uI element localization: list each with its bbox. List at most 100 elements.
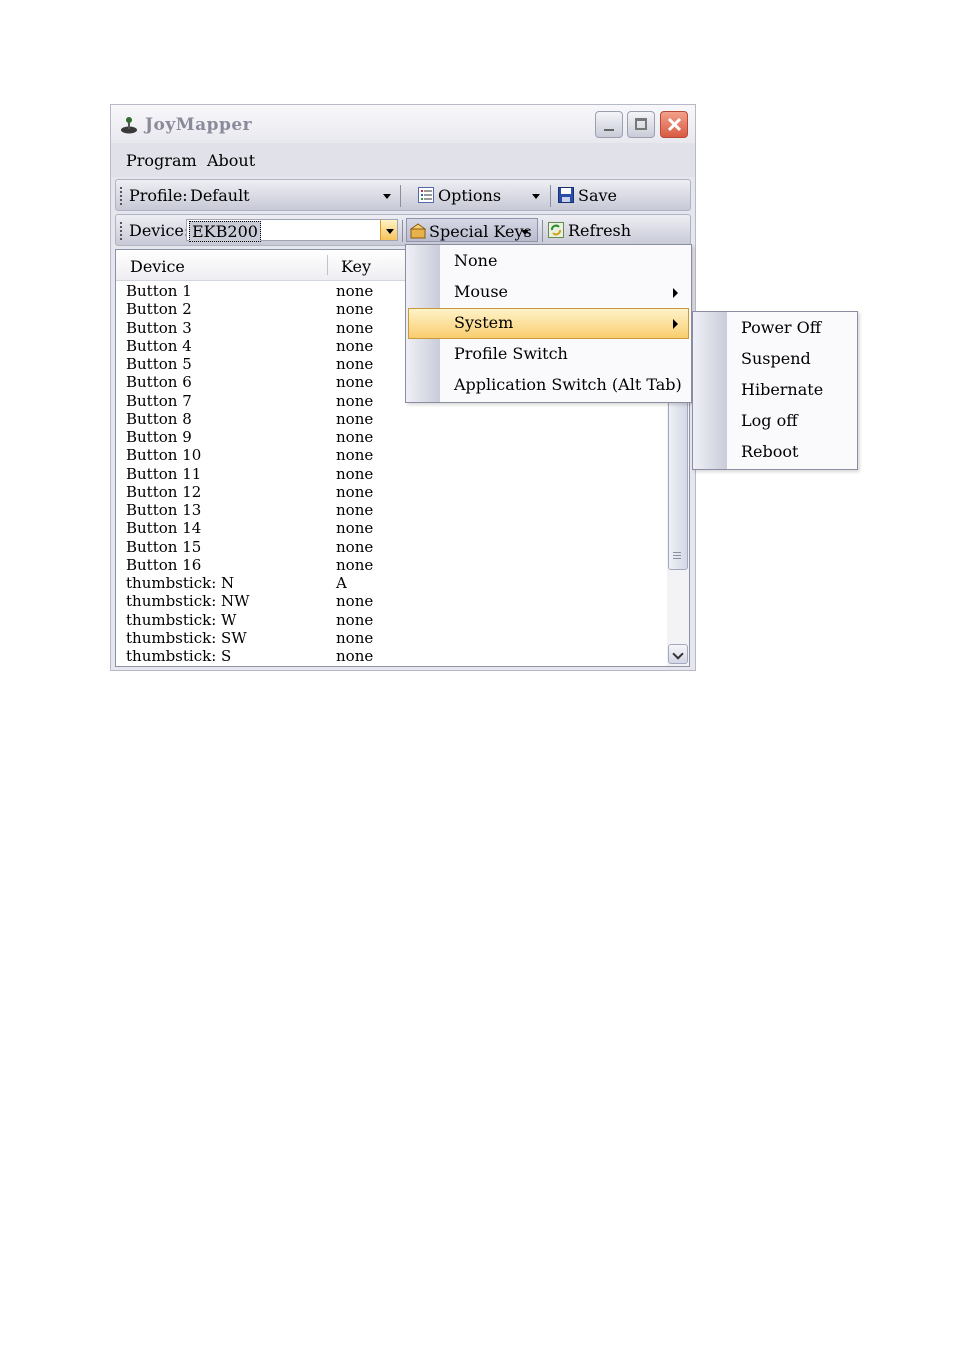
maximize-icon	[635, 118, 647, 130]
menu-item-suspend[interactable]: Suspend	[695, 344, 855, 375]
table-row[interactable]: thumbstick: W none	[116, 611, 656, 629]
save-label: Save	[578, 186, 618, 205]
table-row[interactable]: thumbstick: NW none	[116, 592, 656, 610]
submenu-arrow-icon	[673, 319, 678, 329]
menu-item-label: Reboot	[741, 442, 799, 461]
row-device-name: Button 2	[126, 300, 192, 319]
row-device-name: Button 3	[126, 318, 192, 337]
row-device-name: Button 6	[126, 373, 192, 392]
row-key-value: none	[336, 318, 374, 337]
row-device-name: Button 12	[126, 482, 202, 501]
table-row[interactable]: Button 11 none	[116, 465, 656, 483]
row-device-name: thumbstick: S	[126, 647, 232, 665]
row-key-value: none	[336, 464, 374, 483]
menu-item-label: Application Switch (Alt Tab)	[454, 375, 682, 394]
row-key-value: A	[336, 574, 347, 592]
toolbar-grip[interactable]	[120, 222, 122, 240]
column-header-key[interactable]: Key	[341, 257, 371, 276]
row-key-value: none	[336, 555, 374, 574]
toolbar-grip[interactable]	[120, 187, 122, 205]
menu-item-power-off[interactable]: Power Off	[695, 313, 855, 344]
row-key-value: none	[336, 446, 374, 465]
close-button[interactable]	[660, 111, 688, 138]
row-key-value: none	[336, 519, 374, 538]
row-device-name: Button 4	[126, 336, 192, 355]
row-key-value: none	[336, 501, 374, 519]
toolbar-separator	[542, 220, 543, 242]
table-row[interactable]: Button 13 none	[116, 501, 656, 519]
table-row[interactable]: Button 12 none	[116, 483, 656, 501]
menu-about[interactable]: About	[207, 151, 255, 170]
menu-item-application-switch[interactable]: Application Switch (Alt Tab)	[408, 370, 689, 401]
row-key-value: none	[336, 610, 374, 629]
special-keys-menu: None Mouse System Profile Switch Applica…	[405, 244, 692, 403]
column-divider[interactable]	[327, 255, 328, 275]
device-dropdown-arrow[interactable]	[380, 220, 397, 240]
device-toolbar: Device: EKB200 Special Keys Refresh	[115, 214, 691, 246]
row-key-value: none	[336, 647, 374, 665]
options-button[interactable]: Options	[414, 183, 546, 207]
device-value: EKB200	[189, 221, 261, 242]
vertical-scrollbar[interactable]	[667, 400, 689, 666]
menu-item-label: Suspend	[741, 349, 811, 368]
menu-item-label: None	[454, 251, 498, 270]
row-key-value: none	[336, 409, 374, 428]
profile-label: Profile:	[129, 186, 188, 205]
table-row[interactable]: thumbstick: N A	[116, 574, 656, 592]
row-device-name: Button 1	[126, 282, 192, 300]
row-device-name: thumbstick: W	[126, 610, 237, 629]
refresh-button[interactable]: Refresh	[546, 218, 636, 242]
menu-item-log-off[interactable]: Log off	[695, 406, 855, 437]
menu-item-none[interactable]: None	[408, 246, 689, 277]
toolbar-separator	[550, 185, 551, 207]
scrollbar-thumb[interactable]	[668, 400, 688, 570]
menu-item-profile-switch[interactable]: Profile Switch	[408, 339, 689, 370]
special-keys-button[interactable]: Special Keys	[406, 218, 538, 242]
maximize-button[interactable]	[627, 111, 655, 138]
close-icon	[667, 117, 682, 132]
table-row[interactable]: Button 16 none	[116, 556, 656, 574]
title-bar[interactable]: JoyMapper	[111, 105, 695, 143]
save-button[interactable]: Save	[556, 183, 624, 207]
menu-item-label: Log off	[741, 411, 798, 430]
menu-item-reboot[interactable]: Reboot	[695, 437, 855, 468]
table-row[interactable]: Button 9 none	[116, 428, 656, 446]
row-key-value: none	[336, 300, 374, 319]
profile-dropdown-arrow[interactable]	[378, 185, 395, 205]
joystick-icon	[121, 117, 137, 134]
table-row[interactable]: thumbstick: S none	[116, 647, 656, 665]
device-combobox[interactable]: EKB200	[186, 219, 398, 242]
special-keys-icon	[410, 223, 426, 239]
scroll-down-button[interactable]	[668, 644, 688, 664]
table-row[interactable]: thumbstick: SW none	[116, 629, 656, 647]
special-keys-label: Special Keys	[429, 222, 532, 241]
table-row[interactable]: Button 14 none	[116, 519, 656, 537]
row-key-value: none	[336, 391, 374, 410]
row-device-name: Button 11	[126, 464, 202, 483]
menu-item-hibernate[interactable]: Hibernate	[695, 375, 855, 406]
toolbar-separator	[400, 185, 401, 207]
column-header-device[interactable]: Device	[130, 257, 185, 276]
row-device-name: Button 5	[126, 355, 192, 373]
menu-item-label: Profile Switch	[454, 344, 568, 363]
table-row[interactable]: Button 10 none	[116, 446, 656, 464]
profile-toolbar: Profile: Default Options Save	[115, 179, 691, 211]
device-label: Device:	[129, 221, 190, 240]
row-key-value: none	[336, 373, 374, 392]
refresh-icon	[548, 222, 564, 238]
menu-item-system[interactable]: System	[408, 308, 689, 339]
row-device-name: Button 8	[126, 409, 192, 428]
minimize-button[interactable]	[595, 111, 623, 138]
menu-item-label: Power Off	[741, 318, 822, 337]
window-title: JoyMapper	[145, 115, 253, 135]
profile-combobox[interactable]: Default	[186, 184, 396, 206]
table-row[interactable]: Button 8 none	[116, 410, 656, 428]
row-device-name: Button 15	[126, 537, 202, 556]
table-row[interactable]: Button 15 none	[116, 538, 656, 556]
menu-program[interactable]: Program	[126, 151, 197, 170]
submenu-arrow-icon	[673, 288, 678, 298]
row-device-name: thumbstick: N	[126, 574, 235, 592]
menu-item-label: Mouse	[454, 282, 508, 301]
menu-item-mouse[interactable]: Mouse	[408, 277, 689, 308]
row-device-name: Button 16	[126, 555, 202, 574]
